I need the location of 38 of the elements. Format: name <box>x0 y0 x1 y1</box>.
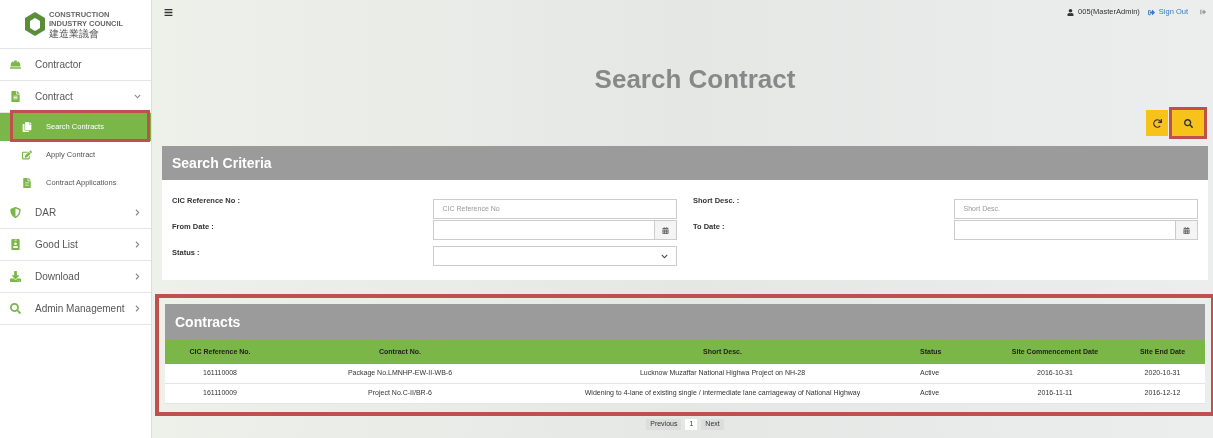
calendar-icon <box>662 226 669 234</box>
user-icon <box>1067 8 1075 16</box>
exit-icon[interactable] <box>1200 9 1206 15</box>
logo-icon <box>24 11 46 37</box>
date-field[interactable] <box>954 220 1198 240</box>
chevron-right-icon <box>134 273 141 280</box>
panel-title: Contracts <box>175 312 241 332</box>
select-field[interactable] <box>433 246 677 266</box>
date-field[interactable] <box>433 220 677 240</box>
document-icon <box>22 178 32 188</box>
chevron-right-icon <box>134 209 141 216</box>
search-icon <box>10 303 21 314</box>
chevron-down-icon <box>134 93 141 100</box>
calendar-icon <box>1183 226 1190 234</box>
sidebar-item[interactable]: Download <box>0 261 151 293</box>
sidebar-item[interactable]: Contractor <box>0 49 151 81</box>
menu-icon[interactable] <box>164 7 173 17</box>
sidebar-item[interactable]: Admin Management <box>0 293 151 325</box>
reset-button[interactable] <box>1146 110 1168 136</box>
chevron-down-icon <box>661 252 668 260</box>
id-card-icon <box>10 239 21 250</box>
shield-icon <box>10 207 21 218</box>
search-icon <box>1183 118 1193 128</box>
sign-out-icon <box>1147 8 1155 16</box>
search-button[interactable] <box>1172 110 1204 136</box>
chevron-right-icon <box>134 305 141 312</box>
pencil-icon <box>22 150 32 160</box>
chevron-right-icon <box>134 241 141 248</box>
sidebar-item[interactable]: DAR <box>0 197 151 229</box>
refresh-icon <box>1152 118 1162 128</box>
sidebar-item[interactable]: Good List <box>0 229 151 261</box>
copy-icon <box>22 122 32 132</box>
page-title: Search Contract <box>594 63 796 96</box>
panel-title: Search Criteria <box>172 153 272 173</box>
document-icon <box>10 91 21 102</box>
helmet-icon <box>10 59 21 70</box>
logo-text: 建造業議會 <box>49 27 100 39</box>
download-icon <box>10 271 21 282</box>
